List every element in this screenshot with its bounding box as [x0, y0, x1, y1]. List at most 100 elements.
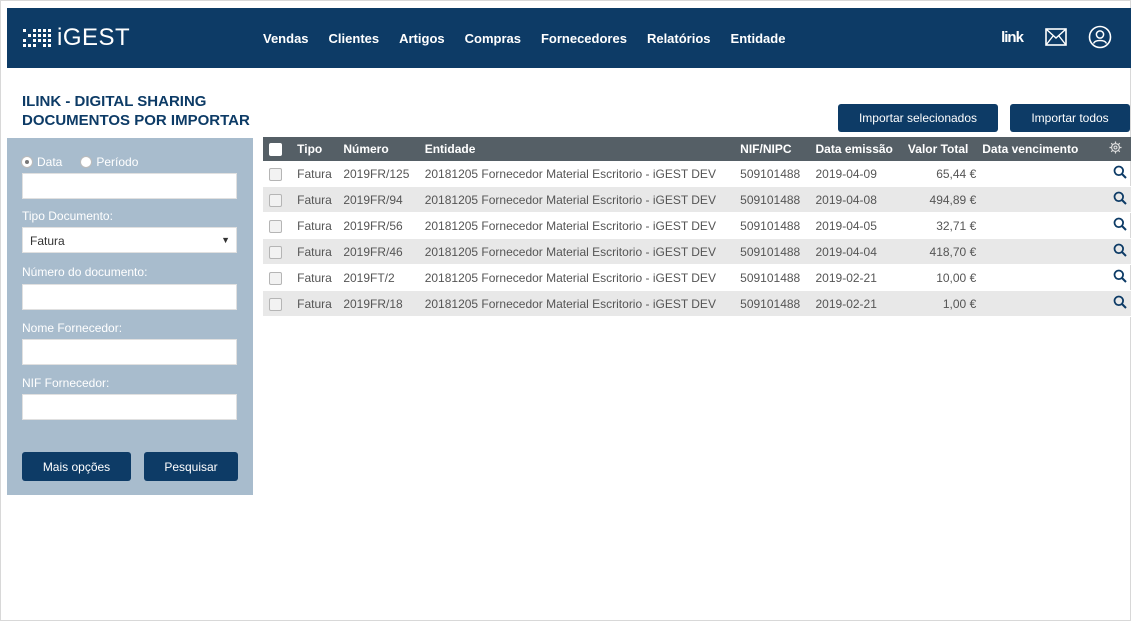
doc-number-input[interactable]	[22, 284, 237, 310]
date-mode-radios: Data Período	[21, 155, 156, 169]
row-checkbox[interactable]	[269, 219, 282, 233]
table-body: Fatura 2019FR/125 20181205 Fornecedor Mate…	[263, 161, 1131, 317]
cell-entidade: 20181205 Fornecedor Material Escritorio …	[418, 290, 735, 317]
supplier-nif-label: NIF Fornecedor:	[22, 376, 110, 390]
nav-vendas[interactable]: Vendas	[263, 31, 309, 46]
search-icon[interactable]	[1113, 165, 1127, 179]
import-all-button[interactable]: Importar todos	[1010, 104, 1130, 132]
table-header-row: Tipo Número Entidade NIF/NIPC Data emiss…	[263, 137, 1131, 161]
top-navbar: iGEST Vendas Clientes Artigos Compras Fo…	[7, 8, 1131, 68]
app-brand: iGEST	[57, 24, 131, 51]
radio-period[interactable]: Período	[80, 155, 138, 169]
more-options-button[interactable]: Mais opções	[22, 452, 131, 481]
col-valor-total[interactable]: Valor Total	[901, 137, 977, 161]
cell-data-vencimento	[976, 212, 1103, 239]
row-view-cell	[1102, 238, 1131, 265]
nav-relatorios[interactable]: Relatórios	[647, 31, 711, 46]
table-row[interactable]: Fatura 2019FT/2 20181205 Fornecedor Materi…	[263, 264, 1131, 291]
radio-date[interactable]: Data	[21, 155, 62, 169]
cell-data-emissao: 2019-04-04	[809, 238, 902, 265]
row-view-cell	[1102, 290, 1131, 317]
cell-numero: 2019FR/94	[337, 186, 419, 213]
cell-numero: 2019FR/46	[337, 238, 419, 265]
cell-tipo: Fatura	[291, 238, 338, 265]
cell-data-vencimento	[976, 238, 1103, 265]
table-row[interactable]: Fatura 2019FR/18 20181205 Fornecedor Mater…	[263, 290, 1131, 317]
table-row[interactable]: Fatura 2019FR/125 20181205 Fornecedor Mate…	[263, 161, 1131, 187]
row-checkbox[interactable]	[269, 297, 282, 311]
col-data-emissao[interactable]: Data emissão	[809, 137, 902, 161]
search-icon[interactable]	[1113, 243, 1127, 257]
select-all-cell	[263, 137, 292, 161]
cell-numero: 2019FR/56	[337, 212, 419, 239]
nav-fornecedores[interactable]: Fornecedores	[541, 31, 627, 46]
search-icon[interactable]	[1113, 269, 1127, 283]
cell-data-vencimento	[976, 290, 1103, 317]
col-data-vencimento[interactable]: Data vencimento	[976, 137, 1103, 161]
row-view-cell	[1102, 264, 1131, 291]
cell-entidade: 20181205 Fornecedor Material Escritorio …	[418, 161, 735, 187]
logo-grid-icon	[23, 29, 51, 47]
doc-type-select[interactable]: Fatura ▼	[22, 227, 237, 253]
cell-nif: 509101488	[734, 161, 810, 187]
documents-table: Tipo Número Entidade NIF/NIPC Data emiss…	[263, 137, 1131, 317]
row-checkbox[interactable]	[269, 245, 282, 259]
table-row[interactable]: Fatura 2019FR/94 20181205 Fornecedor Mater…	[263, 186, 1131, 213]
row-select-cell	[263, 238, 292, 265]
cell-data-emissao: 2019-04-09	[809, 161, 902, 187]
cell-data-vencimento	[976, 161, 1103, 187]
cell-data-emissao: 2019-04-05	[809, 212, 902, 239]
row-checkbox[interactable]	[269, 167, 282, 181]
gear-icon[interactable]	[1109, 141, 1122, 154]
cell-data-emissao: 2019-02-21	[809, 264, 902, 291]
row-checkbox[interactable]	[269, 193, 282, 207]
row-select-cell	[263, 212, 292, 239]
row-select-cell	[263, 290, 292, 317]
row-checkbox[interactable]	[269, 271, 282, 285]
cell-valor-total: 32,71 €	[901, 212, 977, 239]
cell-entidade: 20181205 Fornecedor Material Escritorio …	[418, 212, 735, 239]
cell-data-emissao: 2019-04-08	[809, 186, 902, 213]
doc-number-label: Número do documento:	[22, 265, 148, 279]
nav-clientes[interactable]: Clientes	[329, 31, 380, 46]
radio-date-button[interactable]	[21, 156, 33, 168]
row-select-cell	[263, 264, 292, 291]
cell-tipo: Fatura	[291, 290, 338, 317]
cell-data-vencimento	[976, 186, 1103, 213]
search-button[interactable]: Pesquisar	[144, 452, 238, 481]
nav-compras[interactable]: Compras	[465, 31, 521, 46]
page-title-line1: ILINK - DIGITAL SHARING	[22, 93, 207, 110]
nav-entidade[interactable]: Entidade	[731, 31, 786, 46]
col-entidade[interactable]: Entidade	[418, 137, 735, 161]
cell-valor-total: 65,44 €	[901, 161, 977, 187]
ilink-icon[interactable]: link	[999, 24, 1025, 50]
cell-numero: 2019FR/125	[337, 161, 419, 187]
radio-period-button[interactable]	[80, 156, 93, 168]
select-all-checkbox[interactable]	[269, 143, 282, 157]
user-icon[interactable]	[1087, 24, 1113, 50]
filter-sidebar: Data Período Tipo Documento: Fatura ▼ Nú…	[7, 138, 253, 495]
cell-nif: 509101488	[734, 290, 810, 317]
date-input[interactable]	[22, 173, 237, 199]
ilink-logo-text: link	[1001, 28, 1024, 46]
supplier-name-input[interactable]	[22, 339, 237, 365]
import-selected-button[interactable]: Importar selecionados	[838, 104, 998, 132]
cell-valor-total: 494,89 €	[901, 186, 977, 213]
search-icon[interactable]	[1113, 191, 1127, 205]
col-tipo[interactable]: Tipo	[291, 137, 338, 161]
search-icon[interactable]	[1113, 217, 1127, 231]
app-logo[interactable]: iGEST	[23, 22, 130, 54]
table-row[interactable]: Fatura 2019FR/46 20181205 Fornecedor Mater…	[263, 238, 1131, 265]
supplier-name-label: Nome Fornecedor:	[22, 321, 123, 335]
cell-nif: 509101488	[734, 186, 810, 213]
mail-icon[interactable]	[1043, 24, 1069, 50]
cell-tipo: Fatura	[291, 264, 338, 291]
supplier-nif-input[interactable]	[22, 394, 237, 420]
search-icon[interactable]	[1113, 295, 1127, 309]
page-title-line2: DOCUMENTOS POR IMPORTAR	[22, 112, 250, 129]
col-nif[interactable]: NIF/NIPC	[734, 137, 810, 161]
nav-artigos[interactable]: Artigos	[399, 31, 445, 46]
table-row[interactable]: Fatura 2019FR/56 20181205 Fornecedor Mater…	[263, 212, 1131, 239]
col-numero[interactable]: Número	[337, 137, 419, 161]
row-view-cell	[1102, 161, 1131, 187]
